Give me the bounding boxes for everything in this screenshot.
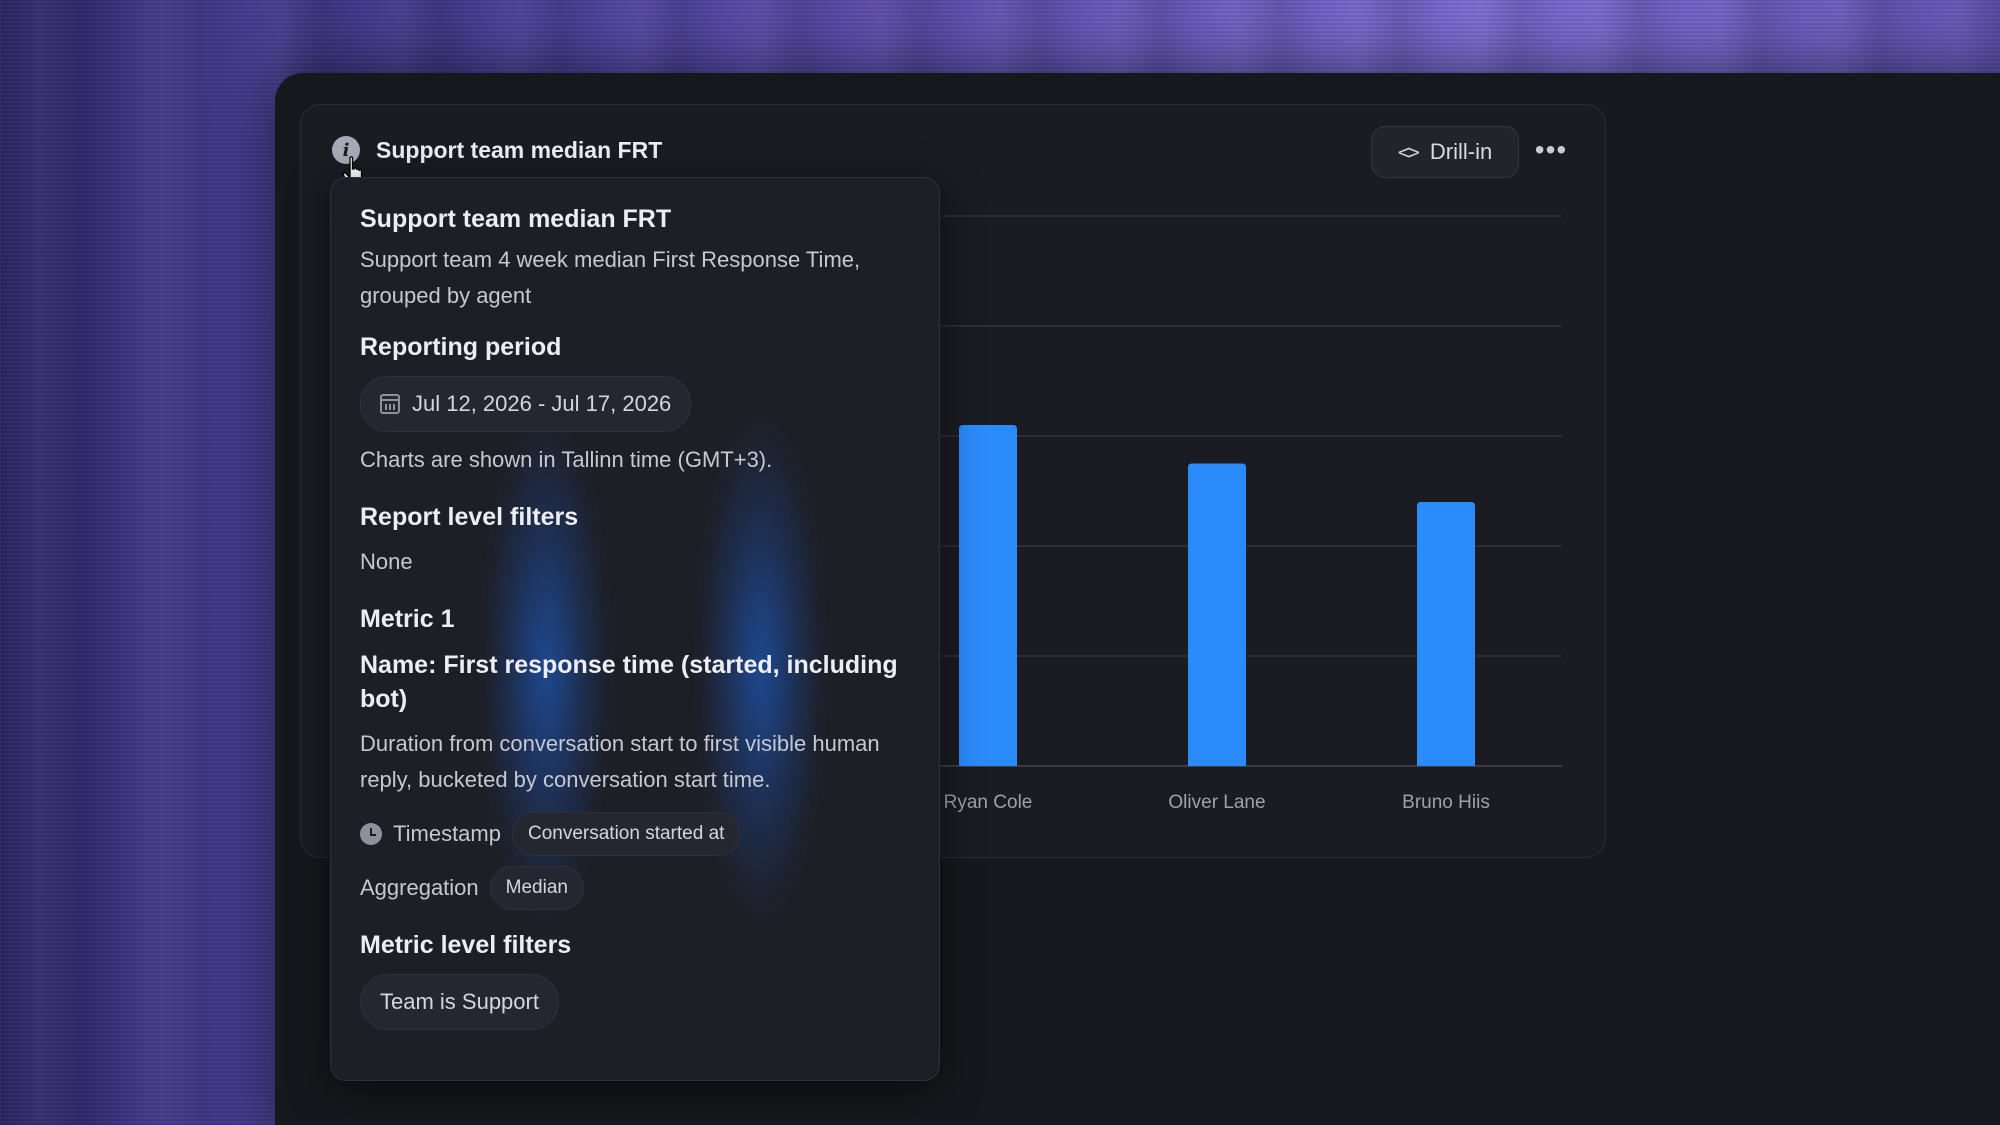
aggregation-chip: Median: [489, 866, 584, 910]
popover-description: Support team 4 week median First Respons…: [360, 247, 861, 308]
drill-in-label: Drill-in: [1429, 139, 1493, 164]
x-axis-label: Oliver Lane: [1168, 792, 1265, 813]
chart-bars: [959, 425, 1475, 766]
x-axis-label: Ryan Cole: [944, 792, 1033, 813]
timezone-note: Charts are shown in Tallinn time (GMT+3)…: [360, 447, 773, 472]
report-filters-heading: Report level filters: [360, 503, 579, 531]
timestamp-label: Timestamp: [393, 821, 501, 846]
calendar-icon: [380, 394, 400, 414]
popover-title: Support team median FRT: [360, 205, 672, 233]
date-range-text: Jul 12, 2026 - Jul 17, 2026: [412, 391, 672, 416]
more-horizontal-icon[interactable]: •••: [1534, 132, 1568, 168]
timestamp-chip: Conversation started at: [511, 812, 741, 856]
card-header: i Support team median FRT: [332, 132, 662, 168]
chart-x-labels: Ryan Cole Oliver Lane Bruno Hiis: [944, 792, 1490, 813]
bar-bruno-hiis[interactable]: [1417, 502, 1475, 766]
bar-oliver-lane[interactable]: [1188, 463, 1246, 767]
x-axis-label: Bruno Hiis: [1402, 792, 1490, 813]
timestamp-row: Timestamp Conversation started at: [360, 812, 915, 856]
report-filters-value: None: [360, 549, 413, 574]
date-range-chip: Jul 12, 2026 - Jul 17, 2026: [360, 376, 692, 432]
bar-ryan-cole[interactable]: [959, 425, 1017, 766]
aggregation-row: Aggregation Median: [360, 866, 915, 910]
code-brackets-icon: <>: [1397, 140, 1420, 164]
metric-description: Duration from conversation start to firs…: [360, 731, 880, 792]
aggregation-label: Aggregation: [360, 875, 479, 900]
metric-heading: Metric 1: [360, 605, 455, 633]
info-popover: Support team median FRT Support team 4 w…: [330, 177, 940, 1081]
metric-filter-chip: Team is Support: [360, 974, 559, 1030]
reporting-period-heading: Reporting period: [360, 333, 562, 361]
card-title: Support team median FRT: [376, 136, 663, 163]
drill-in-button[interactable]: <> Drill-in: [1371, 126, 1519, 178]
metric-name: Name: First response time (started, incl…: [360, 651, 898, 713]
metric-filters-heading: Metric level filters: [360, 931, 572, 959]
clock-icon: [360, 823, 382, 845]
